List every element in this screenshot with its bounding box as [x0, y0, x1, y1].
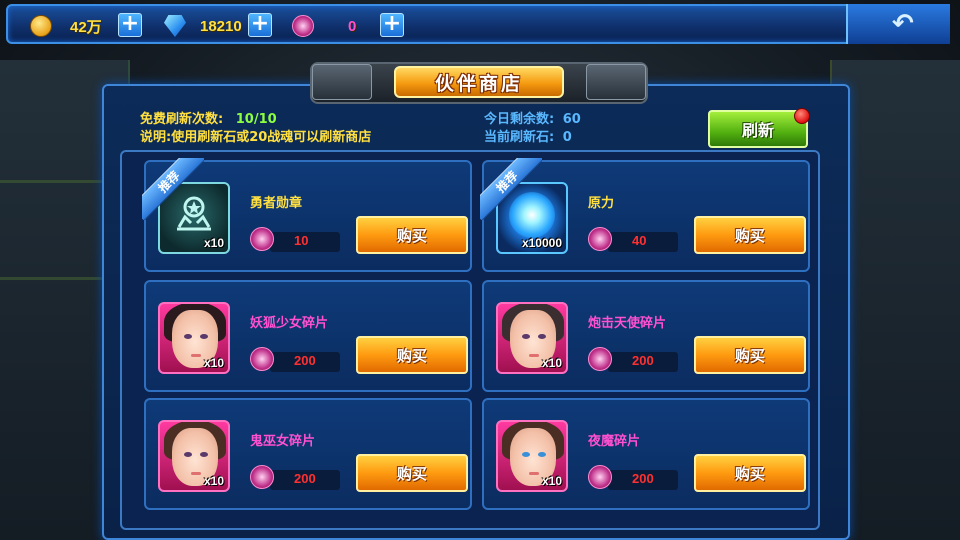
title-left-ornament: [312, 64, 372, 100]
crystal-price-icon: [588, 347, 612, 371]
shop-item-card: x10 妖狐少女碎片 200 购买: [144, 280, 472, 392]
add-crystals-button[interactable]: +: [380, 13, 404, 37]
item-quantity: x10: [203, 474, 224, 488]
gem-value: 18210: [200, 17, 242, 35]
coin-icon: [30, 15, 52, 37]
item-name: 勇者勋章: [250, 196, 303, 211]
free-refresh-value: 10/10: [235, 112, 277, 127]
item-slot[interactable]: x10: [158, 420, 230, 492]
buy-button-label: 购买: [734, 464, 765, 483]
item-price: 200: [294, 471, 316, 486]
item-price: 200: [632, 471, 654, 486]
buy-button-label: 购买: [396, 346, 427, 365]
crystal-price-icon: [588, 227, 612, 251]
eye: [522, 452, 530, 457]
shop-item-card: x10000 推荐 原力 40 购买: [480, 158, 810, 272]
buy-button-label: 购买: [734, 346, 765, 365]
refresh-stone-info: 当前刷新石: 0: [484, 126, 572, 145]
mouth: [191, 354, 201, 357]
item-name: 炮击天使碎片: [588, 316, 667, 331]
buy-button[interactable]: 购买: [356, 216, 468, 254]
item-slot[interactable]: x10: [158, 302, 230, 374]
title-right-ornament: [586, 64, 646, 100]
item-quantity: x10: [203, 236, 224, 250]
coin-resource: 42万: [30, 14, 102, 38]
notification-dot: [794, 108, 810, 124]
refresh-stone-value: 0: [562, 130, 572, 145]
free-refresh-label: 免费刷新次数:: [140, 112, 224, 127]
eye: [184, 334, 192, 339]
eye: [200, 452, 208, 457]
item-slot[interactable]: x10: [496, 420, 568, 492]
description-text: 说明:使用刷新石或20战魂可以刷新商店: [140, 130, 372, 145]
shop-item-card: x10 夜魔碎片 200 购买: [482, 398, 810, 510]
shop-item-card: x10 鬼巫女碎片 200 购买: [144, 398, 472, 510]
item-price: 200: [294, 353, 316, 368]
shop-item-card: x10 推荐 勇者勋章 10 购买: [142, 158, 472, 272]
eye: [200, 334, 208, 339]
buy-button[interactable]: 购买: [694, 454, 806, 492]
eye: [538, 334, 546, 339]
buy-button[interactable]: 购买: [694, 216, 806, 254]
add-coins-button[interactable]: +: [118, 13, 142, 37]
crystal-price-icon: [588, 465, 612, 489]
item-slot[interactable]: x10: [496, 302, 568, 374]
buy-button-label: 购买: [734, 226, 765, 245]
refresh-button-label: 刷新: [741, 121, 774, 140]
item-quantity: x10000: [521, 236, 562, 250]
back-arrow-icon: ↶: [892, 9, 914, 39]
buy-button-label: 购买: [396, 226, 427, 245]
recommended-label: 推荐: [142, 158, 204, 220]
remaining-value: 60: [562, 112, 581, 127]
item-name: 原力: [588, 196, 615, 211]
resource-bar: 42万 + 18210 + 0 + ↶: [6, 4, 950, 44]
eye: [184, 452, 192, 457]
item-quantity: x10: [203, 356, 224, 370]
buy-button[interactable]: 购买: [356, 454, 468, 492]
page-title: 伙伴商店: [434, 72, 523, 95]
crystal-value: 0: [348, 17, 357, 35]
crystal-icon: [292, 15, 314, 37]
eye: [538, 452, 546, 457]
mouth: [191, 472, 201, 475]
buy-button[interactable]: 购买: [694, 336, 806, 374]
refresh-stone-label: 当前刷新石:: [484, 130, 555, 145]
item-name: 鬼巫女碎片: [250, 434, 316, 449]
gem-icon: [164, 15, 186, 37]
mouth: [529, 354, 539, 357]
crystal-resource: 0: [292, 14, 356, 38]
free-refresh-info: 免费刷新次数: 10/10: [140, 108, 277, 127]
buy-button-label: 购买: [396, 464, 427, 483]
item-price: 10: [294, 233, 309, 248]
back-button[interactable]: ↶: [846, 4, 950, 44]
crystal-price-icon: [250, 465, 274, 489]
title-plate: 伙伴商店: [394, 66, 564, 98]
recommended-label: 推荐: [480, 158, 542, 220]
shop-description: 说明:使用刷新石或20战魂可以刷新商店: [140, 126, 371, 145]
buy-button[interactable]: 购买: [356, 336, 468, 374]
recommended-badge: 推荐: [142, 158, 204, 220]
coin-value: 42万: [70, 18, 102, 36]
item-price: 40: [632, 233, 647, 248]
remaining-info: 今日剩余数: 60: [484, 108, 581, 127]
item-price: 200: [632, 353, 654, 368]
item-quantity: x10: [541, 474, 562, 488]
item-quantity: x10: [541, 356, 562, 370]
refresh-button[interactable]: 刷新: [708, 108, 810, 148]
recommended-badge: 推荐: [480, 158, 542, 220]
crystal-price-icon: [250, 347, 274, 371]
shop-item-card: x10 炮击天使碎片 200 购买: [482, 280, 810, 392]
gem-resource: 18210: [164, 14, 242, 38]
item-name: 夜魔碎片: [588, 434, 641, 449]
eye: [522, 334, 530, 339]
item-name: 妖狐少女碎片: [250, 316, 329, 331]
add-gems-button[interactable]: +: [248, 13, 272, 37]
remaining-label: 今日剩余数:: [484, 112, 555, 127]
mouth: [529, 472, 539, 475]
crystal-price-icon: [250, 227, 274, 251]
